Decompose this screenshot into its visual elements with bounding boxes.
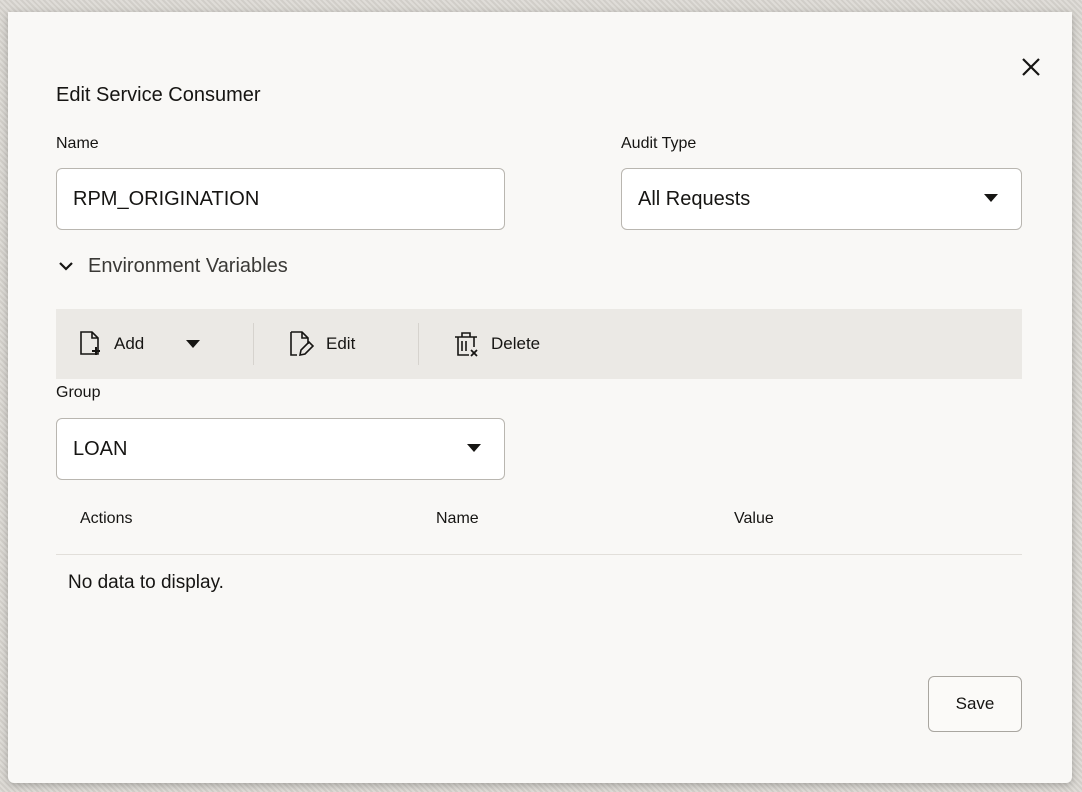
close-icon[interactable] — [1020, 56, 1042, 78]
name-input[interactable]: RPM_ORIGINATION — [56, 168, 505, 230]
edit-service-consumer-dialog — [8, 12, 1072, 783]
edit-button-label: Edit — [326, 334, 356, 353]
audit-type-label: Audit Type — [621, 135, 697, 152]
caret-down-icon — [186, 340, 200, 348]
chevron-down-icon — [984, 194, 998, 202]
trash-icon — [455, 332, 478, 357]
save-button[interactable]: Save — [928, 676, 1022, 732]
audit-type-value: All Requests — [638, 188, 751, 210]
add-dropdown-button[interactable] — [186, 309, 212, 379]
table-header-divider — [56, 554, 1022, 555]
audit-type-select[interactable]: All Requests — [621, 168, 1022, 230]
table-empty-message: No data to display. — [68, 572, 224, 593]
toolbar-separator — [418, 323, 419, 365]
group-label: Group — [56, 384, 101, 401]
column-header-value[interactable]: Value — [734, 510, 774, 528]
toolbar-separator — [253, 323, 254, 365]
add-button[interactable]: Add — [78, 309, 144, 379]
chevron-down-icon — [59, 262, 73, 271]
env-toolbar: Add Edit Delete — [56, 309, 1022, 379]
group-select[interactable]: LOAN — [56, 418, 505, 480]
edit-file-icon — [290, 331, 314, 357]
add-button-label: Add — [114, 334, 145, 353]
environment-variables-label: Environment Variables — [88, 254, 288, 277]
dialog-title: Edit Service Consumer — [56, 84, 261, 106]
delete-button-label: Delete — [491, 334, 541, 353]
save-button-label: Save — [955, 694, 995, 713]
column-header-actions[interactable]: Actions — [80, 510, 132, 528]
column-header-name[interactable]: Name — [436, 510, 479, 528]
chevron-down-icon — [467, 444, 481, 452]
add-file-icon — [80, 331, 100, 355]
environment-variables-toggle[interactable]: Environment Variables — [58, 253, 288, 279]
close-icon-glyph — [1022, 58, 1040, 76]
group-value: LOAN — [73, 438, 128, 460]
delete-button[interactable]: Delete — [453, 309, 540, 379]
name-input-value: RPM_ORIGINATION — [73, 188, 260, 210]
name-label: Name — [56, 135, 99, 152]
edit-button[interactable]: Edit — [288, 309, 355, 379]
